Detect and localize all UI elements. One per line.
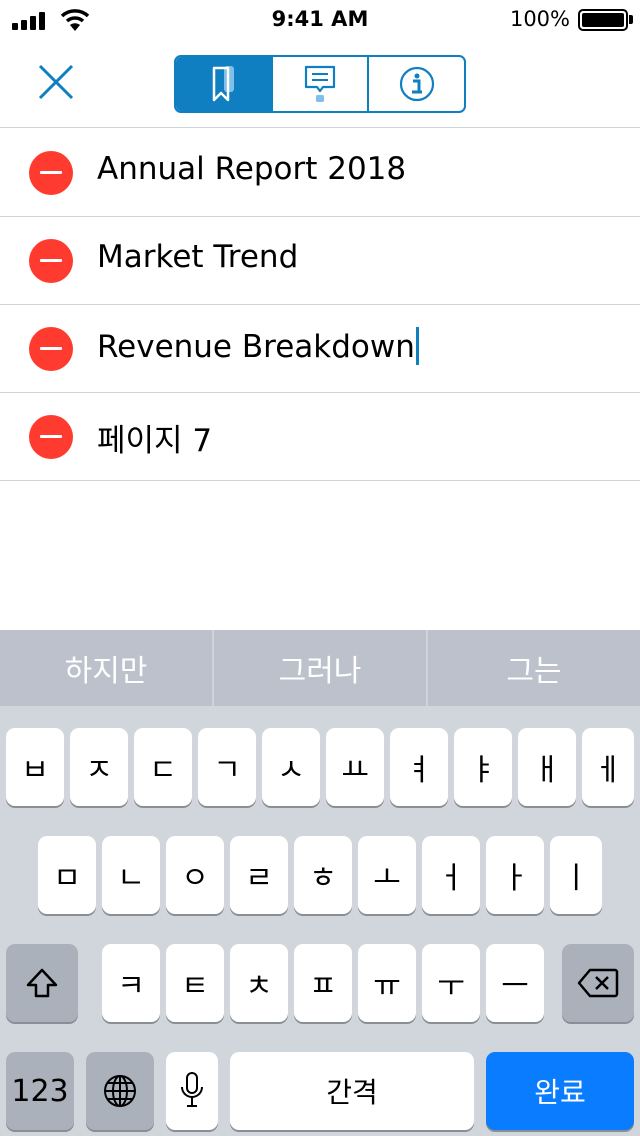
delete-button[interactable]	[29, 327, 73, 371]
key[interactable]: ㅣ	[550, 836, 602, 914]
key[interactable]: ㅏ	[486, 836, 544, 914]
key[interactable]: ㅇ	[166, 836, 224, 914]
tab-bookmarks[interactable]	[176, 57, 273, 111]
list-item[interactable]: Annual Report 2018	[0, 129, 640, 217]
numbers-key[interactable]: 123	[6, 1052, 74, 1130]
key[interactable]: ㅅ	[262, 728, 320, 806]
bookmark-label[interactable]: Revenue Breakdown	[97, 329, 415, 365]
navigation-bar	[0, 40, 640, 128]
comment-icon	[304, 65, 336, 102]
key[interactable]: ㅐ	[518, 728, 576, 806]
bookmark-label[interactable]: Annual Report 2018	[97, 151, 406, 187]
backspace-icon	[577, 968, 619, 998]
key[interactable]: ㅎ	[294, 836, 352, 914]
globe-key[interactable]	[86, 1052, 154, 1130]
delete-button[interactable]	[29, 415, 73, 459]
status-bar: 9:41 AM 100%	[0, 0, 640, 40]
key[interactable]: ㅋ	[102, 944, 160, 1022]
key[interactable]: ㅂ	[6, 728, 64, 806]
key[interactable]: ㅡ	[486, 944, 544, 1022]
bookmark-list: Annual Report 2018 Market Trend Revenue …	[0, 129, 640, 481]
key[interactable]: ㅓ	[422, 836, 480, 914]
close-button[interactable]	[30, 60, 82, 108]
suggestion-item[interactable]: 하지만	[0, 630, 214, 706]
key[interactable]: ㄷ	[134, 728, 192, 806]
bookmark-label[interactable]: 페이지 7	[97, 415, 212, 460]
done-key[interactable]: 완료	[486, 1052, 634, 1130]
key[interactable]: ㅌ	[166, 944, 224, 1022]
info-icon	[399, 66, 434, 102]
delete-button[interactable]	[29, 239, 73, 283]
microphone-key[interactable]	[166, 1052, 218, 1130]
view-segmented-control	[174, 55, 466, 113]
key[interactable]: ㄹ	[230, 836, 288, 914]
key[interactable]: ㅈ	[70, 728, 128, 806]
list-item[interactable]: 페이지 7	[0, 393, 640, 481]
suggestion-item[interactable]: 그는	[428, 630, 640, 706]
suggestion-bar: 하지만 그러나 그는	[0, 630, 640, 706]
key[interactable]: ㅠ	[358, 944, 416, 1022]
delete-button[interactable]	[29, 151, 73, 195]
bookmark-edit-field[interactable]: Revenue Breakdown	[97, 327, 419, 365]
list-item[interactable]: Revenue Breakdown	[0, 305, 640, 393]
microphone-icon	[181, 1072, 203, 1107]
battery-percentage: 100%	[509, 7, 570, 31]
key[interactable]: ㅍ	[294, 944, 352, 1022]
tab-comments[interactable]	[273, 57, 370, 111]
key[interactable]: ㄱ	[198, 728, 256, 806]
globe-icon	[104, 1075, 136, 1107]
space-key[interactable]: 간격	[230, 1052, 474, 1130]
bookmark-icon	[213, 66, 235, 102]
key[interactable]: ㅕ	[390, 728, 448, 806]
key[interactable]: ㅜ	[422, 944, 480, 1022]
close-icon	[38, 64, 74, 100]
key[interactable]: ㅁ	[38, 836, 96, 914]
suggestion-item[interactable]: 그러나	[214, 630, 428, 706]
battery-cap	[629, 15, 633, 24]
key[interactable]: ㅑ	[454, 728, 512, 806]
key[interactable]: ㅛ	[326, 728, 384, 806]
shift-key[interactable]	[6, 944, 78, 1022]
key[interactable]: ㅊ	[230, 944, 288, 1022]
battery-icon	[578, 9, 628, 31]
text-cursor	[415, 327, 419, 365]
korean-keyboard: 하지만 그러나 그는 ㅂ ㅈ ㄷ ㄱ ㅅ ㅛ ㅕ ㅑ ㅐ ㅔ ㅁ ㄴ ㅇ ㄹ ㅎ…	[0, 630, 640, 1136]
bookmark-label[interactable]: Market Trend	[97, 239, 298, 275]
key[interactable]: ㅗ	[358, 836, 416, 914]
backspace-key[interactable]	[562, 944, 634, 1022]
list-item[interactable]: Market Trend	[0, 217, 640, 305]
key[interactable]: ㅔ	[582, 728, 634, 806]
shift-icon	[26, 968, 58, 998]
key[interactable]: ㄴ	[102, 836, 160, 914]
tab-info[interactable]	[369, 57, 464, 111]
